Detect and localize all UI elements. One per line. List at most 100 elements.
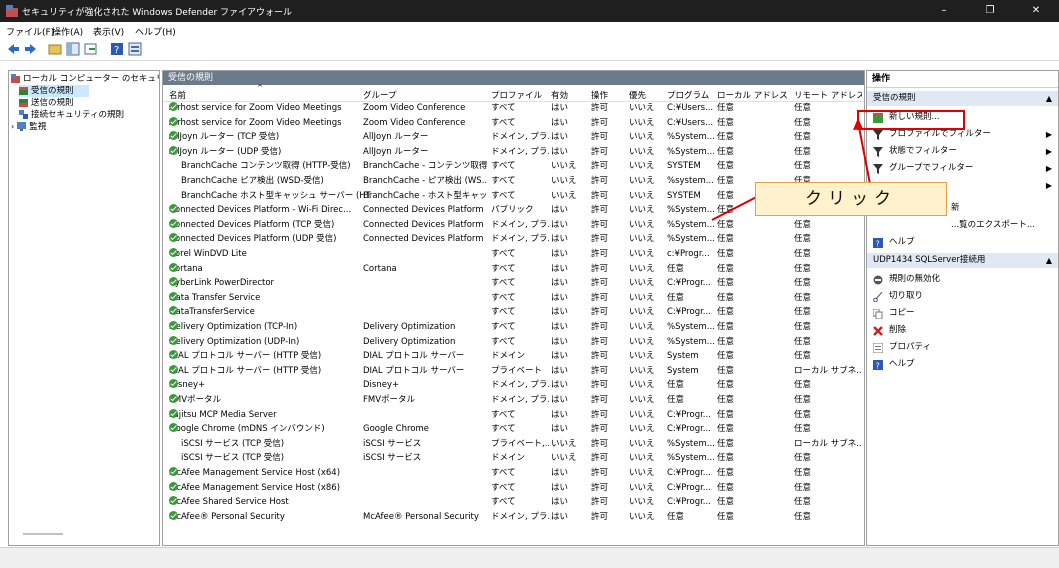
- cell-override: いいえ: [629, 103, 655, 113]
- cell-override: いいえ: [629, 453, 655, 464]
- cell-group: Zoom Video Conference: [363, 117, 466, 128]
- tree-scrollbar[interactable]: [23, 533, 63, 535]
- menu-help[interactable]: ヘルプ(H): [135, 25, 176, 38]
- delete-icon: [873, 326, 883, 336]
- table-row[interactable]: iSCSI サービス (TCP 受信) iSCSI サービス プライベート,... い…: [163, 438, 864, 451]
- export-icon[interactable]: [84, 42, 98, 56]
- action-delete[interactable]: 削除: [867, 322, 1058, 339]
- show-hide-tree-icon[interactable]: [66, 42, 80, 56]
- table-row[interactable]: BranchCache コンテンツ取得 (HTTP-受信) BranchCache…: [163, 160, 864, 173]
- collapse-icon[interactable]: ▲: [1046, 253, 1052, 268]
- cell-enabled: はい: [551, 409, 569, 420]
- col-enabled[interactable]: 有効: [551, 89, 568, 101]
- cell-remote: 任意: [794, 103, 812, 113]
- table-row[interactable]: Connected Devices Platform (UDP 受信) Conne…: [163, 233, 864, 246]
- cell-remote: 任意: [794, 278, 812, 289]
- cell-name: McAfee® Personal Security: [169, 510, 285, 522]
- table-row[interactable]: Cortana Cortana すべて はい 許可 いいえ 任意 任意 任意: [163, 262, 864, 276]
- cell-program: System: [667, 365, 699, 376]
- action-copy[interactable]: コピー: [867, 305, 1058, 322]
- cell-name: Disney+: [169, 379, 206, 391]
- table-row[interactable]: AllJoyn ルーター (UDP 受信) AllJoyn ルーター ドメイン, プ…: [163, 145, 864, 159]
- outbound-rules-icon: [19, 99, 28, 107]
- table-row[interactable]: CyberLink PowerDirector すべて はい 許可 いいえ C:¥Prog…: [163, 277, 864, 290]
- table-row[interactable]: Disney+ Disney+ ドメイン, プラ...はい 許可 いいえ 任意 任意 任意: [163, 379, 864, 392]
- cell-program: C:¥Progr...: [667, 409, 711, 420]
- expand-chevron-icon[interactable]: ›: [11, 122, 14, 131]
- cell-program: %System...: [667, 438, 715, 449]
- restore-button[interactable]: ❐: [967, 0, 1013, 22]
- cell-action: 許可: [591, 322, 609, 332]
- back-icon[interactable]: [6, 42, 20, 56]
- table-row[interactable]: Data Transfer Service すべて はい 許可 いいえ 任意 任意 任意: [163, 291, 864, 305]
- col-group[interactable]: グループ: [363, 89, 397, 101]
- menu-view[interactable]: 表示(V): [93, 25, 124, 38]
- actions-section-inbound-rules[interactable]: 受信の規則 ▲: [867, 91, 1058, 106]
- cell-name: DataTransferService: [169, 306, 255, 318]
- cell-profile: すべて: [491, 468, 516, 478]
- table-row[interactable]: McAfee Shared Service Host すべて はい 許可 いいえ C:¥P…: [163, 496, 864, 509]
- tree-item-monitoring[interactable]: › 監視: [11, 121, 46, 133]
- cell-local: 任意: [717, 263, 735, 274]
- forward-icon[interactable]: [24, 42, 38, 56]
- cell-enabled: はい: [551, 146, 569, 157]
- menu-file[interactable]: ファイル(F): [6, 25, 54, 38]
- col-override[interactable]: 優先: [629, 89, 646, 101]
- col-name[interactable]: 名前: [169, 89, 186, 101]
- table-row[interactable]: Google Chrome (mDNS インバウンド) Google Chrome…: [163, 423, 864, 436]
- table-row[interactable]: DIAL プロトコル サーバー (HTTP 受信) DIAL プロトコル サーバー…: [163, 364, 864, 378]
- action-help-2[interactable]: ? ヘルプ: [867, 356, 1058, 373]
- table-row[interactable]: McAfee Management Service Host (x64) すべて は…: [163, 467, 864, 480]
- enabled-check-icon: [169, 262, 178, 272]
- tree-root[interactable]: ローカル コンピューター のセキュリティ: [11, 73, 159, 85]
- table-row[interactable]: Delivery Optimization (TCP-In) Delivery O…: [163, 321, 864, 334]
- collapse-icon[interactable]: ▲: [1046, 91, 1052, 106]
- help-icon[interactable]: ?: [110, 42, 124, 56]
- cell-override: いいえ: [629, 234, 655, 245]
- cell-name: BranchCache コンテンツ取得 (HTTP-受信): [181, 161, 351, 172]
- col-program[interactable]: プログラム: [667, 89, 709, 101]
- menu-action[interactable]: 操作(A): [52, 25, 83, 38]
- close-button[interactable]: ✕: [1013, 0, 1059, 22]
- table-row[interactable]: McAfee Management Service Host (x86) すべて は…: [163, 481, 864, 495]
- action-help[interactable]: ? ヘルプ: [867, 234, 1058, 251]
- tree-item-connection-security-rules[interactable]: 接続セキュリティの規則: [19, 109, 124, 121]
- table-row[interactable]: AllJoyn ルーター (TCP 受信) AllJoyn ルーター ドメイン, プ…: [163, 131, 864, 144]
- table-row[interactable]: DataTransferService すべて はい 許可 いいえ C:¥Progr...…: [163, 306, 864, 319]
- cell-profile: ドメイン, プラ...: [491, 219, 549, 230]
- action-disable-rule[interactable]: 規則の無効化: [867, 271, 1058, 288]
- table-row[interactable]: Delivery Optimization (UDP-In) Delivery O…: [163, 335, 864, 349]
- tree-item-inbound-rules[interactable]: 受信の規則: [19, 85, 89, 97]
- table-row[interactable]: Connected Devices Platform (TCP 受信) Conne…: [163, 218, 864, 232]
- table-row[interactable]: Fujitsu MCP Media Server すべて はい 許可 いいえ C:¥Pro…: [163, 408, 864, 422]
- cell-override: いいえ: [629, 322, 655, 332]
- cell-action: 許可: [591, 190, 609, 201]
- svg-text:?: ?: [876, 240, 880, 249]
- properties-icon[interactable]: [128, 42, 142, 56]
- table-row[interactable]: DIAL プロトコル サーバー (HTTP 受信) DIAL プロトコル サーバー…: [163, 350, 864, 363]
- col-action[interactable]: 操作: [591, 89, 608, 101]
- table-row[interactable]: Airhost service for Zoom Video Meetings Z…: [163, 116, 864, 130]
- cell-group: Connected Devices Platform: [363, 234, 484, 245]
- table-row[interactable]: Airhost service for Zoom Video Meetings Z…: [163, 102, 864, 115]
- table-row[interactable]: FMVポータル FMVポータル ドメイン, プラ...はい 許可 いいえ 任意 任意 任意: [163, 394, 864, 407]
- table-row[interactable]: McAfee® Personal Security McAfee® Persona…: [163, 510, 864, 524]
- col-local-address[interactable]: ローカル アドレス: [717, 89, 788, 101]
- action-filter-by-group[interactable]: グループでフィルター ▶: [867, 160, 1058, 177]
- tree-item-outbound-rules[interactable]: 送信の規則: [19, 97, 74, 109]
- action-properties[interactable]: プロパティ: [867, 339, 1058, 356]
- actions-section-selected-rule[interactable]: UDP1434 SQLServer接続用 ▲: [867, 253, 1058, 268]
- col-remote-address[interactable]: リモート アドレス: [794, 89, 862, 101]
- cell-profile: すべて: [491, 292, 516, 303]
- cell-name: McAfee Shared Service Host: [169, 496, 289, 508]
- action-export-list[interactable]: ...覧のエクスポート...: [867, 217, 1058, 234]
- rules-pane-header: 受信の規則: [163, 71, 864, 85]
- action-cut[interactable]: 切り取り: [867, 288, 1058, 305]
- up-folder-icon[interactable]: [48, 42, 62, 56]
- computer-shield-icon: [11, 74, 20, 83]
- action-filter-by-state[interactable]: 状態でフィルター ▶: [867, 143, 1058, 160]
- table-row[interactable]: iSCSI サービス (TCP 受信) iSCSI サービス ドメイン いいえ 許可 いい…: [163, 452, 864, 465]
- table-row[interactable]: Corel WinDVD Lite すべて はい 許可 いいえ c:¥Progr... 任意…: [163, 248, 864, 261]
- col-profile[interactable]: プロファイル: [491, 89, 542, 101]
- minimize-button[interactable]: –: [921, 0, 967, 22]
